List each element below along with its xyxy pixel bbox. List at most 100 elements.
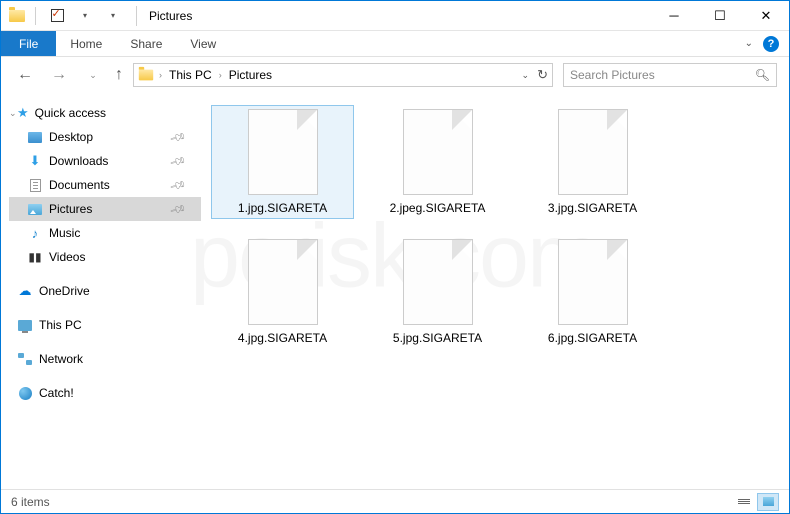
- status-count: 6 items: [11, 495, 50, 509]
- chevron-down-icon: ⌄: [9, 108, 17, 119]
- qat-dropdown[interactable]: ▾: [74, 5, 96, 27]
- sidebar-item-label: Desktop: [49, 130, 93, 144]
- titlebar: ▾ ▾ Pictures ─ ☐ ✕: [1, 1, 789, 31]
- cloud-icon: ☁: [17, 284, 33, 298]
- file-icon: [403, 109, 473, 195]
- file-icon: [558, 109, 628, 195]
- navbar: ← → ⌄ ↑ › This PC › Pictures ⌄ ↻ Search …: [1, 57, 789, 93]
- tab-view[interactable]: View: [176, 31, 230, 56]
- separator: [136, 6, 137, 26]
- documents-icon: [30, 179, 41, 192]
- sidebar-item-downloads[interactable]: ⬇ Downloads 📌︎: [9, 149, 201, 173]
- tab-home[interactable]: Home: [56, 31, 116, 56]
- up-button[interactable]: ↑: [115, 66, 123, 84]
- qat-customize[interactable]: ▾: [102, 5, 124, 27]
- help-button[interactable]: ?: [763, 36, 779, 52]
- crumb-separator: ›: [156, 70, 165, 80]
- sidebar-label: This PC: [39, 318, 82, 332]
- pin-icon: 📌︎: [169, 200, 188, 218]
- file-pane[interactable]: 1.jpg.SIGARETA 2.jpeg.SIGARETA 3.jpg.SIG…: [201, 93, 789, 489]
- videos-icon: ▮▮: [27, 250, 43, 264]
- sidebar-item-label: Music: [49, 226, 80, 240]
- search-icon: 🔍︎: [755, 68, 770, 82]
- network-icon: [18, 353, 32, 365]
- sidebar-label: OneDrive: [39, 284, 90, 298]
- tab-share[interactable]: Share: [116, 31, 176, 56]
- file-item[interactable]: 1.jpg.SIGARETA: [211, 105, 354, 219]
- file-item[interactable]: 6.jpg.SIGARETA: [521, 235, 664, 349]
- back-button[interactable]: ←: [13, 63, 37, 87]
- file-tab[interactable]: File: [1, 31, 56, 56]
- close-button[interactable]: ✕: [743, 1, 789, 31]
- sidebar-item-label: Downloads: [49, 154, 108, 168]
- file-name: 5.jpg.SIGARETA: [393, 331, 482, 345]
- sidebar: ⌄ ★ Quick access Desktop 📌︎ ⬇ Downloads …: [1, 93, 201, 489]
- file-item[interactable]: 3.jpg.SIGARETA: [521, 105, 664, 219]
- file-name: 2.jpeg.SIGARETA: [390, 201, 486, 215]
- overflow-icon: ▾: [111, 11, 115, 20]
- breadcrumb-pictures[interactable]: Pictures: [227, 68, 274, 82]
- expand-ribbon-button[interactable]: ⌄: [745, 38, 753, 49]
- sidebar-quick-access[interactable]: ⌄ ★ Quick access: [9, 101, 201, 125]
- sidebar-network[interactable]: Network: [9, 347, 201, 371]
- file-item[interactable]: 4.jpg.SIGARETA: [211, 235, 354, 349]
- star-icon: ★: [17, 105, 29, 121]
- crumb-separator: ›: [216, 70, 225, 80]
- sidebar-item-music[interactable]: ♪ Music: [9, 221, 201, 245]
- sidebar-item-pictures[interactable]: Pictures 📌︎: [9, 197, 201, 221]
- desktop-icon: [28, 132, 42, 143]
- recent-dropdown[interactable]: ⌄: [81, 63, 105, 87]
- file-item[interactable]: 5.jpg.SIGARETA: [366, 235, 509, 349]
- file-icon: [558, 239, 628, 325]
- view-details-button[interactable]: [733, 493, 755, 511]
- file-icon: [248, 239, 318, 325]
- sidebar-label: Network: [39, 352, 83, 366]
- search-input[interactable]: Search Pictures 🔍︎: [563, 63, 777, 87]
- minimize-button[interactable]: ─: [651, 1, 697, 31]
- ribbon: File Home Share View ⌄ ?: [1, 31, 789, 57]
- sidebar-thispc[interactable]: This PC: [9, 313, 201, 337]
- folder-icon: [139, 70, 153, 81]
- forward-button[interactable]: →: [47, 63, 71, 87]
- refresh-button[interactable]: ↻: [537, 67, 548, 83]
- sidebar-label: Catch!: [39, 386, 74, 400]
- details-icon: [738, 499, 750, 504]
- file-item[interactable]: 2.jpeg.SIGARETA: [366, 105, 509, 219]
- pin-icon: 📌︎: [169, 152, 188, 170]
- pin-icon: 📌︎: [169, 128, 188, 146]
- sidebar-label: Quick access: [35, 106, 106, 120]
- sidebar-onedrive[interactable]: ☁ OneDrive: [9, 279, 201, 303]
- sidebar-item-label: Documents: [49, 178, 110, 192]
- maximize-button[interactable]: ☐: [697, 1, 743, 31]
- file-icon: [403, 239, 473, 325]
- chevron-down-icon: ▾: [83, 11, 87, 20]
- large-icons-icon: [763, 497, 774, 506]
- sidebar-item-documents[interactable]: Documents 📌︎: [9, 173, 201, 197]
- address-bar[interactable]: › This PC › Pictures ⌄ ↻: [133, 63, 553, 87]
- sidebar-item-label: Pictures: [49, 202, 92, 216]
- checkbox-icon: [51, 9, 64, 22]
- statusbar: 6 items: [1, 489, 789, 513]
- sidebar-item-desktop[interactable]: Desktop 📌︎: [9, 125, 201, 149]
- separator: [35, 7, 36, 25]
- file-name: 3.jpg.SIGARETA: [548, 201, 637, 215]
- sidebar-item-videos[interactable]: ▮▮ Videos: [9, 245, 201, 269]
- pictures-icon: [28, 204, 42, 215]
- catch-icon: [19, 387, 32, 400]
- folder-icon: [9, 10, 25, 22]
- qat-properties-button[interactable]: [46, 5, 68, 27]
- pc-icon: [18, 320, 32, 331]
- breadcrumb-thispc[interactable]: This PC: [167, 68, 214, 82]
- file-name: 1.jpg.SIGARETA: [238, 201, 327, 215]
- sidebar-item-label: Videos: [49, 250, 85, 264]
- file-icon: [248, 109, 318, 195]
- file-name: 4.jpg.SIGARETA: [238, 331, 327, 345]
- music-icon: ♪: [27, 226, 43, 240]
- sidebar-catch[interactable]: Catch!: [9, 381, 201, 405]
- file-name: 6.jpg.SIGARETA: [548, 331, 637, 345]
- view-large-button[interactable]: [757, 493, 779, 511]
- address-dropdown[interactable]: ⌄: [522, 70, 530, 81]
- search-placeholder: Search Pictures: [570, 68, 655, 82]
- pin-icon: 📌︎: [169, 176, 188, 194]
- downloads-icon: ⬇: [27, 154, 43, 168]
